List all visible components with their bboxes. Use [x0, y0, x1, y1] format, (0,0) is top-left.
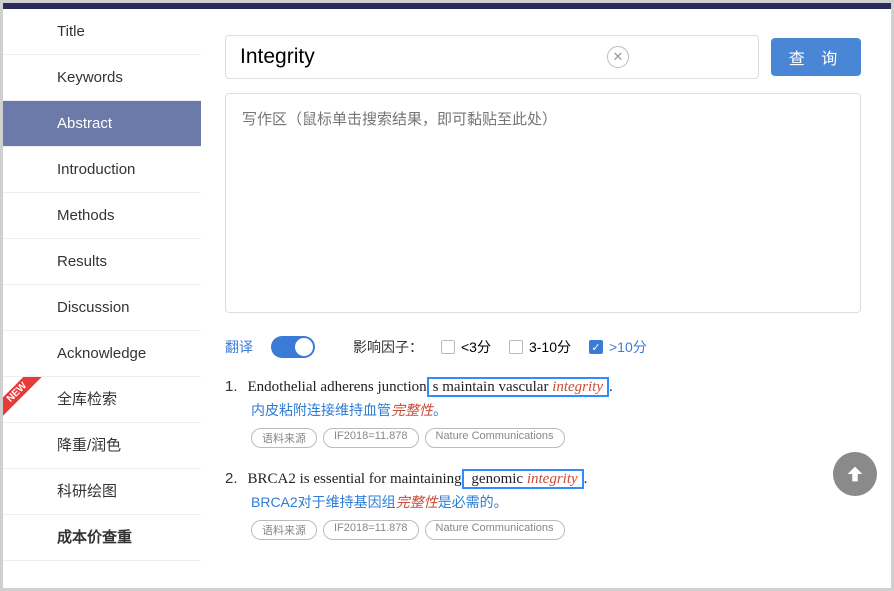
sidebar-item-title[interactable]: Title: [3, 9, 201, 55]
filter-row: 翻译 影响因子： <3分 3-10分 ✓>10分: [225, 336, 861, 358]
sidebar-item-discussion[interactable]: Discussion: [3, 285, 201, 331]
sidebar-item-introduction[interactable]: Introduction: [3, 147, 201, 193]
result-tags: 语料来源 IF2018=11.878 Nature Communications: [251, 520, 861, 540]
result-en: Endothelial adherens junctions maintain …: [248, 379, 613, 396]
sidebar-item-checkdup[interactable]: 成本价查重: [3, 515, 201, 561]
result-cn: 内皮粘附连接维持血管完整性。: [251, 400, 861, 420]
result-number: 2.: [225, 470, 238, 487]
sidebar-item-methods[interactable]: Methods: [3, 193, 201, 239]
translate-toggle[interactable]: [271, 336, 315, 358]
query-button[interactable]: 查 询: [771, 38, 861, 76]
result-item[interactable]: 2. BRCA2 is essential for maintaining ge…: [225, 470, 861, 540]
arrow-up-icon: [844, 463, 866, 485]
tag-journal[interactable]: Nature Communications: [425, 520, 565, 540]
result-number: 1.: [225, 378, 238, 395]
sidebar-item-results[interactable]: Results: [3, 239, 201, 285]
translate-label: 翻译: [225, 337, 253, 357]
sidebar-item-keywords[interactable]: Keywords: [3, 55, 201, 101]
sidebar: Title Keywords Abstract Introduction Met…: [3, 9, 201, 588]
result-item[interactable]: 1. Endothelial adherens junctions mainta…: [225, 378, 861, 448]
tag-journal[interactable]: Nature Communications: [425, 428, 565, 448]
sidebar-item-abstract[interactable]: Abstract: [3, 101, 201, 147]
sidebar-item-acknowledge[interactable]: Acknowledge: [3, 331, 201, 377]
sidebar-item-dedup[interactable]: 降重/润色: [3, 423, 201, 469]
main-panel: ✕ 查 询 翻译 影响因子： <3分 3-10分 ✓>10分 1. End: [201, 9, 891, 588]
clear-icon[interactable]: ✕: [607, 46, 629, 68]
tag-source[interactable]: 语料来源: [251, 520, 317, 540]
impact-factor-label: 影响因子：: [353, 337, 423, 357]
sidebar-item-fulllib[interactable]: 全库检索: [3, 377, 201, 423]
tag-if[interactable]: IF2018=11.878: [323, 428, 419, 448]
tag-source[interactable]: 语料来源: [251, 428, 317, 448]
sidebar-item-plot[interactable]: 科研绘图: [3, 469, 201, 515]
if-3-10-checkbox[interactable]: 3-10分: [509, 337, 571, 357]
if-gt10-checkbox[interactable]: ✓>10分: [589, 337, 647, 357]
result-en: BRCA2 is essential for maintaining genom…: [248, 471, 588, 488]
tag-if[interactable]: IF2018=11.878: [323, 520, 419, 540]
if-lt3-checkbox[interactable]: <3分: [441, 337, 491, 357]
writing-textarea[interactable]: [225, 93, 861, 313]
scroll-top-button[interactable]: [833, 452, 877, 496]
search-input[interactable]: [225, 35, 759, 79]
result-cn: BRCA2对于维持基因组完整性是必需的。: [251, 492, 861, 512]
result-tags: 语料来源 IF2018=11.878 Nature Communications: [251, 428, 861, 448]
